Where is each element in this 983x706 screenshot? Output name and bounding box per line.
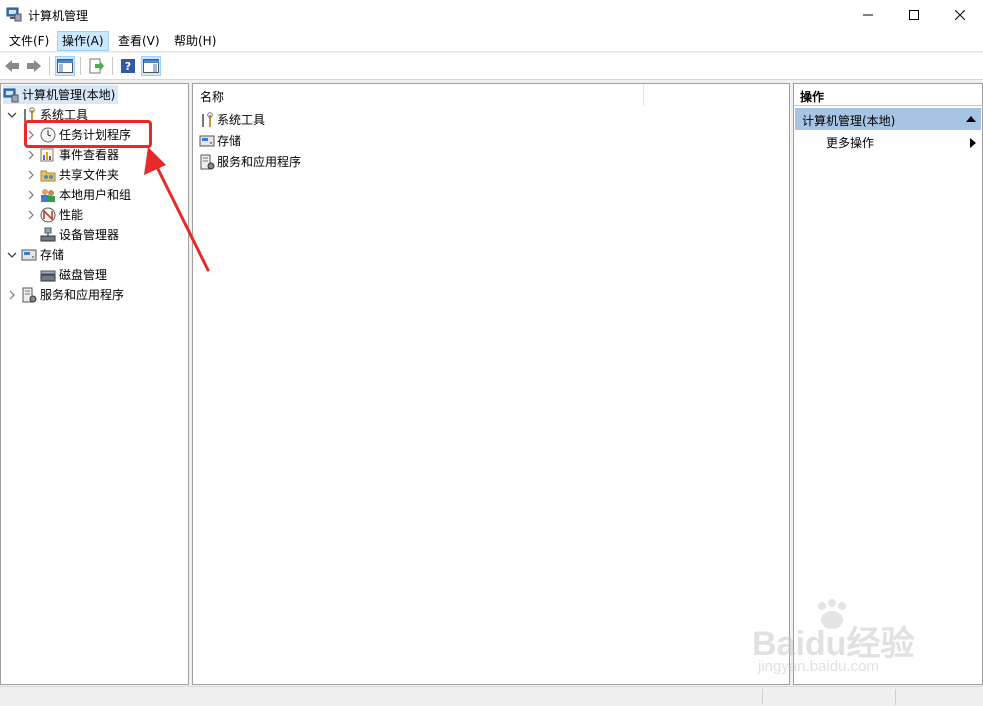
tree-item-disk-management[interactable]: 磁盘管理 (40, 265, 107, 284)
menu-view[interactable]: 查看(V) (114, 31, 164, 51)
maximize-button[interactable] (891, 0, 937, 30)
show-hide-action-pane-icon (143, 59, 159, 73)
collapse-up-icon[interactable] (966, 116, 976, 122)
tree-item-performance[interactable]: 性能 (25, 205, 83, 224)
users-icon (40, 187, 56, 203)
highlight-box (24, 120, 152, 148)
watermark-url: jingyan.baidu.com (758, 658, 879, 675)
status-divider (895, 689, 896, 705)
help-icon: ? (121, 59, 135, 73)
action-section-header[interactable]: 计算机管理(本地) (795, 108, 981, 130)
computer-management-window: 计算机管理 文件(F) 操作(A) 查看(V) 帮助(H) ? 计算机管理(本地… (0, 0, 983, 706)
services-icon (21, 287, 37, 303)
list-item-label: 系统工具 (217, 113, 266, 127)
list-item-label: 服务和应用程序 (217, 155, 302, 169)
column-header-name[interactable]: 名称 (200, 88, 224, 105)
chevron-down-icon[interactable] (6, 249, 18, 261)
status-bar (0, 686, 983, 706)
baidu-watermark: Baidu经验 jingyan.baidu.com (752, 598, 932, 680)
performance-icon (40, 207, 56, 223)
toolbar-separator (80, 57, 81, 75)
status-divider (762, 689, 763, 705)
action-pane: 操作 计算机管理(本地) 更多操作 (793, 83, 983, 685)
toolbar-separator (49, 57, 50, 75)
menu-file[interactable]: 文件(F) (5, 31, 53, 51)
toolbar: ? (0, 53, 983, 80)
minimize-icon (863, 14, 873, 16)
forward-icon (27, 60, 41, 72)
forward-button[interactable] (24, 56, 44, 76)
close-icon (955, 10, 965, 20)
back-icon (5, 60, 19, 72)
toolbar-separator (112, 57, 113, 75)
tree-item-shared-folders[interactable]: 共享文件夹 (25, 165, 119, 184)
annotation-arrow (144, 147, 210, 272)
column-header[interactable]: 名称 (193, 84, 789, 106)
menu-action[interactable]: 操作(A) (57, 31, 109, 51)
chevron-right-icon[interactable] (25, 189, 37, 201)
export-list-icon (89, 58, 104, 74)
tree-item-label: 性能 (59, 208, 84, 222)
tree-item-label: 本地用户和组 (59, 188, 132, 202)
computer-management-icon (6, 6, 22, 22)
chevron-right-icon[interactable] (25, 149, 37, 161)
menu-bar: 文件(F) 操作(A) 查看(V) 帮助(H) (0, 30, 983, 52)
minimize-button[interactable] (845, 0, 891, 30)
chevron-down-icon[interactable] (6, 109, 18, 121)
tree-item-label: 计算机管理(本地) (22, 88, 116, 102)
chevron-right-icon[interactable] (6, 289, 18, 301)
more-actions-item[interactable]: 更多操作 (826, 134, 980, 154)
tree-item-label: 设备管理器 (59, 228, 120, 242)
device-manager-icon (40, 227, 56, 243)
tree-item-services-applications[interactable]: 服务和应用程序 (6, 285, 124, 304)
action-pane-title: 操作 (800, 90, 825, 104)
disk-icon (40, 267, 56, 283)
help-button[interactable]: ? (118, 56, 138, 76)
title-bar: 计算机管理 (0, 0, 983, 30)
tree-item-label: 事件查看器 (59, 148, 120, 162)
menu-help[interactable]: 帮助(H) (170, 31, 220, 51)
show-hide-console-tree-icon (57, 59, 73, 73)
shared-folder-icon (40, 167, 56, 183)
results-pane: 名称 系统工具 存储 服务和应用程序 (192, 83, 790, 685)
show-hide-console-tree-button[interactable] (55, 56, 75, 76)
tree-item-label: 磁盘管理 (59, 268, 108, 282)
window-title: 计算机管理 (28, 9, 89, 23)
tree-item-root[interactable]: 计算机管理(本地) (3, 85, 119, 104)
submenu-arrow-icon (970, 138, 976, 148)
column-divider[interactable] (643, 84, 644, 106)
tools-icon (199, 111, 215, 128)
back-button[interactable] (2, 56, 22, 76)
action-pane-header: 操作 (794, 84, 982, 106)
show-hide-action-pane-button[interactable] (141, 56, 161, 76)
list-item[interactable]: 系统工具 (199, 110, 265, 129)
svg-text:?: ? (125, 60, 131, 73)
list-item-label: 存储 (217, 134, 242, 148)
event-viewer-icon (40, 147, 56, 163)
export-list-button[interactable] (86, 56, 106, 76)
tree-item-label: 存储 (40, 248, 65, 262)
chevron-right-icon[interactable] (25, 209, 37, 221)
tree-item-local-users-groups[interactable]: 本地用户和组 (25, 185, 131, 204)
computer-management-icon (3, 87, 19, 103)
tree-item-storage[interactable]: 存储 (6, 245, 64, 264)
maximize-icon (909, 10, 919, 20)
storage-icon (21, 247, 37, 263)
action-section-title: 计算机管理(本地) (802, 114, 896, 128)
tree-item-label: 共享文件夹 (59, 168, 120, 182)
more-actions-label: 更多操作 (826, 136, 875, 150)
chevron-right-icon[interactable] (25, 169, 37, 181)
tree-item-device-manager[interactable]: 设备管理器 (40, 225, 119, 244)
close-button[interactable] (937, 0, 983, 30)
tree-item-label: 服务和应用程序 (40, 288, 125, 302)
